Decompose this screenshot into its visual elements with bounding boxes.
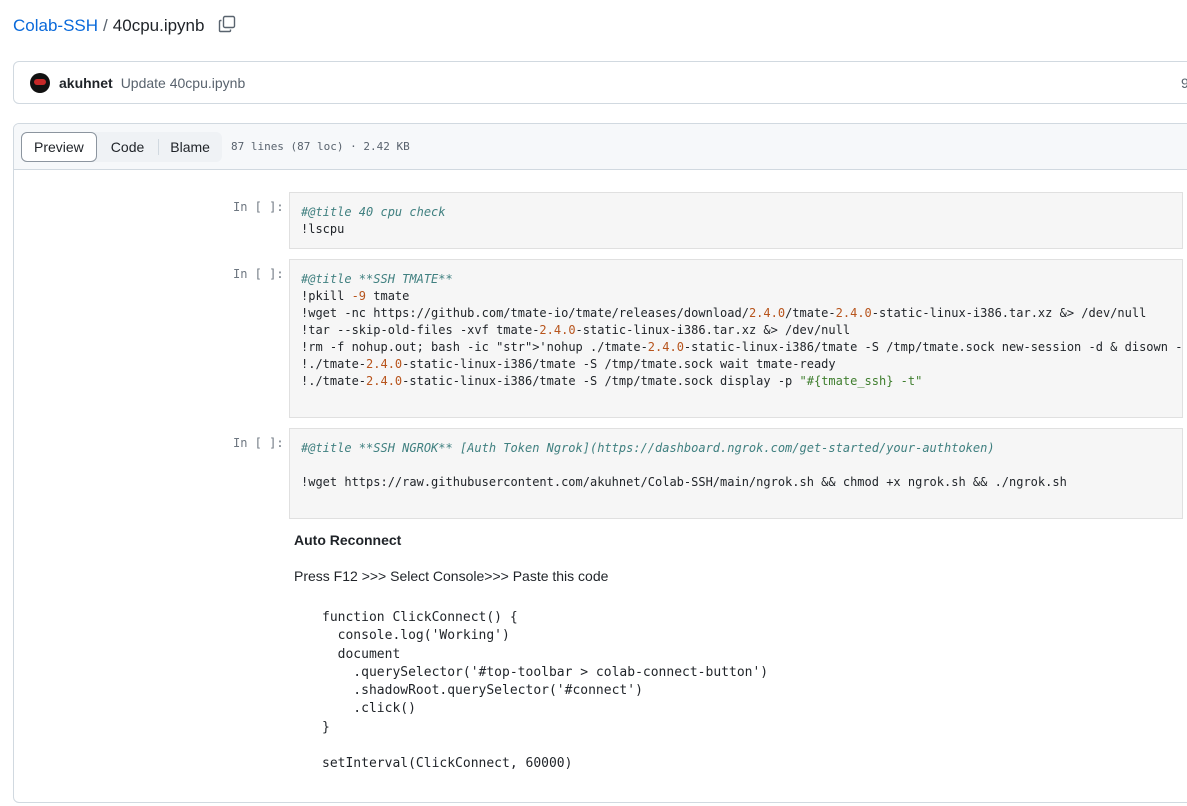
code-line: !./tmate-2.4.0-static-linux-i386/tmate -… <box>301 374 923 388</box>
file-info: 87 lines (87 loc) · 2.42 KB <box>230 140 410 153</box>
code-line: !tar --skip-old-files -xvf tmate-2.4.0-s… <box>301 323 851 337</box>
code-tab[interactable]: Code <box>97 132 158 162</box>
code-line: !pkill -9 tmate <box>301 289 410 303</box>
repo-link[interactable]: Colab-SSH <box>13 16 98 36</box>
code-line: #@title 40 cpu check <box>301 205 446 219</box>
cell-prompt: In [ ]: <box>233 267 284 281</box>
commit-author[interactable]: akuhnet <box>59 75 113 91</box>
cell-prompt: In [ ]: <box>233 200 284 214</box>
commit-message[interactable]: Update 40cpu.ipynb <box>121 75 246 91</box>
code-line: !rm -f nohup.out; bash -ic "str">'nohup … <box>301 340 1183 354</box>
code-line: !./tmate-2.4.0-static-linux-i386/tmate -… <box>301 357 836 371</box>
commit-meta: 9 <box>1181 74 1187 91</box>
cell-prompt: In [ ]: <box>233 436 284 450</box>
code-line: #@title **SSH NGROK** [Auth Token Ngrok]… <box>301 441 995 455</box>
code-line: !wget https://raw.githubusercontent.com/… <box>301 475 1067 489</box>
markdown-code-block: function ClickConnect() { console.log('W… <box>322 610 769 772</box>
blame-tab[interactable]: Blame <box>158 132 222 162</box>
code-cell[interactable]: #@title 40 cpu check !lscpu <box>289 192 1183 249</box>
code-line: !lscpu <box>301 222 345 236</box>
file-name: 40cpu.ipynb <box>112 16 205 35</box>
breadcrumb: Colab-SSH / 40cpu.ipynb <box>13 15 236 36</box>
avatar[interactable] <box>30 72 50 93</box>
breadcrumb-separator: / <box>103 16 108 35</box>
code-line: #@title **SSH TMATE** <box>301 272 453 286</box>
markdown-heading: Auto Reconnect <box>294 532 402 548</box>
file-header: Preview Code Blame 87 lines (87 loc) · 2… <box>14 124 1187 170</box>
view-mode-toggle: Preview Code Blame <box>21 131 222 162</box>
markdown-paragraph: Press F12 >>> Select Console>>> Paste th… <box>294 568 609 584</box>
code-line: !wget -nc https://github.com/tmate-io/tm… <box>301 306 1147 320</box>
latest-commit-bar: akuhnet Update 40cpu.ipynb 9 <box>13 61 1187 104</box>
code-cell[interactable]: #@title **SSH TMATE** !pkill -9 tmate !w… <box>289 259 1183 418</box>
code-cell[interactable]: #@title **SSH NGROK** [Auth Token Ngrok]… <box>289 428 1183 519</box>
copy-icon[interactable] <box>218 15 236 33</box>
preview-tab[interactable]: Preview <box>21 131 97 162</box>
